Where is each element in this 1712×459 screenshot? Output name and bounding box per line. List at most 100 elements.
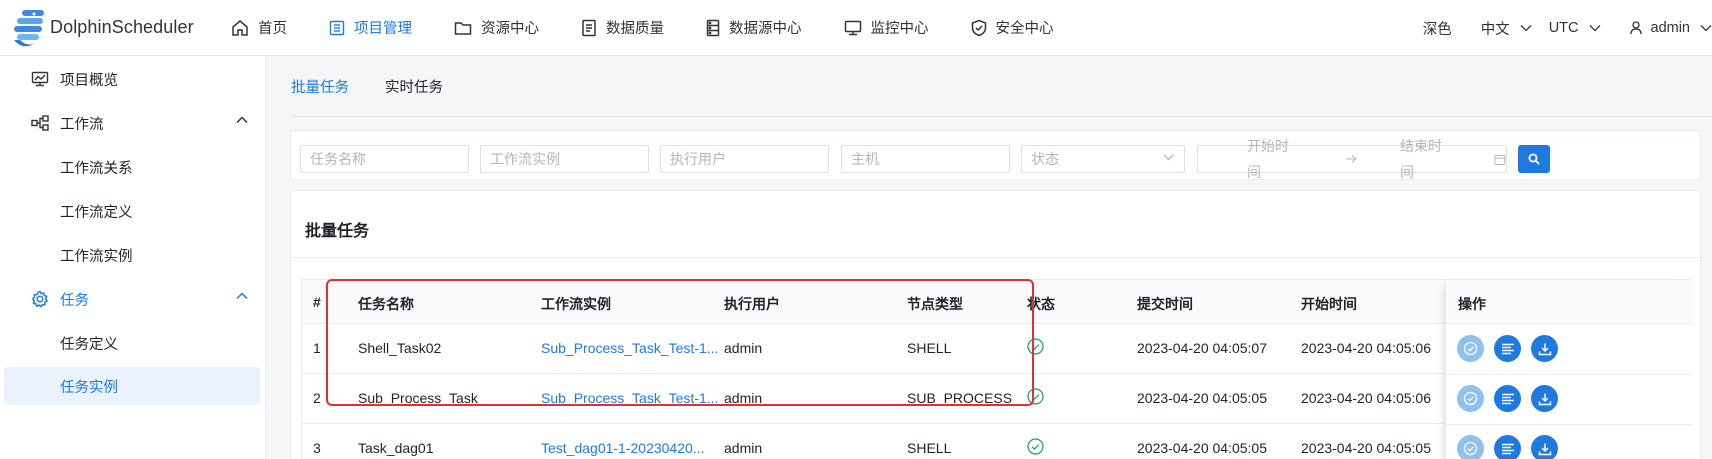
nav-datasource[interactable]: 数据源中心: [685, 0, 823, 56]
cell-start-time: 2023-04-20 04:05:06: [1301, 390, 1431, 406]
filter-bar: 状态 开始时间 结束时间: [290, 130, 1701, 180]
nav-project[interactable]: 项目管理: [308, 0, 433, 56]
cell-node-type: SUB_PROCESS: [907, 390, 1013, 406]
col-executor: 执行用户: [724, 296, 780, 312]
home-icon: [232, 19, 248, 36]
state-select[interactable]: 状态: [1021, 145, 1185, 173]
cell-executor: admin: [724, 390, 763, 406]
col-index: #: [313, 294, 321, 310]
app-name: DolphinScheduler: [50, 17, 194, 37]
nav-home[interactable]: 首页: [210, 0, 308, 56]
nav-security[interactable]: 安全中心: [950, 0, 1075, 56]
check-circle-icon: [1463, 341, 1478, 356]
cell-start-time: 2023-04-20 04:05:05: [1301, 440, 1431, 456]
folder-icon: [454, 21, 472, 35]
cell-executor: admin: [724, 440, 763, 456]
executor-field[interactable]: [670, 147, 828, 171]
row-divider: [1446, 424, 1692, 425]
tab-realtime[interactable]: 实时任务: [385, 76, 443, 116]
download-log-button[interactable]: [1531, 435, 1558, 459]
theme-toggle[interactable]: 深色: [1414, 18, 1472, 39]
task-name-input[interactable]: [300, 145, 469, 173]
force-success-button[interactable]: [1457, 435, 1484, 459]
download-log-button[interactable]: [1531, 385, 1558, 412]
col-operation: 操作: [1458, 296, 1486, 312]
col-node-type: 节点类型: [907, 296, 963, 312]
force-success-button[interactable]: [1457, 385, 1484, 412]
cell-submit-time: 2023-04-20 04:05:05: [1137, 440, 1267, 456]
executor-input[interactable]: [660, 145, 829, 173]
sidebar-item-workflow-instance[interactable]: 工作流实例: [4, 234, 260, 276]
search-button[interactable]: [1518, 145, 1550, 173]
col-task-name: 任务名称: [358, 296, 414, 312]
cell-task-name: Task_dag01: [358, 440, 434, 456]
success-icon: [1027, 338, 1044, 358]
cell-executor: admin: [724, 340, 763, 356]
user-icon: [1629, 21, 1642, 35]
cell-index: 3: [313, 440, 321, 456]
task-name-field[interactable]: [310, 147, 468, 171]
align-left-icon: [1501, 443, 1514, 454]
download-log-button[interactable]: [1531, 335, 1558, 362]
cell-submit-time: 2023-04-20 04:05:07: [1137, 340, 1267, 356]
sidebar-item-task-instance[interactable]: 任务实例: [4, 367, 260, 405]
chevron-down-icon: [1520, 25, 1532, 32]
language-select[interactable]: 中文: [1472, 18, 1541, 39]
nav-data-quality[interactable]: 数据质量: [560, 0, 685, 56]
timezone-select[interactable]: UTC: [1541, 20, 1610, 36]
top-navbar: DolphinScheduler 首页 项目管理 资源中心 数据质量 数据源中心…: [0, 0, 1712, 56]
user-menu[interactable]: admin: [1610, 20, 1712, 36]
workflow-instance-link[interactable]: Test_dag01-1-20230420...: [541, 440, 704, 456]
sidebar-item-task[interactable]: 任务: [4, 278, 260, 320]
view-log-button[interactable]: [1494, 435, 1521, 459]
document-icon: [582, 19, 596, 36]
workflow-instance-link[interactable]: Sub_Process_Task_Test-1...: [541, 340, 718, 356]
align-left-icon: [1501, 343, 1514, 354]
arrow-right-icon: [1346, 155, 1357, 163]
sidebar: 项目概览 工作流 工作流关系 工作流定义 工作流实例 任务 任务定义 任务实例: [0, 56, 266, 459]
chevron-down-icon: [1700, 25, 1712, 32]
cell-start-time: 2023-04-20 04:05:06: [1301, 340, 1431, 356]
view-log-button[interactable]: [1494, 385, 1521, 412]
date-range-picker[interactable]: 开始时间 结束时间: [1197, 138, 1507, 180]
check-circle-icon: [1463, 441, 1478, 456]
workflow-icon: [30, 113, 50, 133]
gear-icon: [30, 289, 50, 309]
view-log-button[interactable]: [1494, 335, 1521, 362]
download-icon: [1538, 393, 1551, 405]
dolphin-logo-icon: [14, 9, 44, 46]
col-state: 状态: [1027, 296, 1055, 312]
nav-resource[interactable]: 资源中心: [433, 0, 560, 56]
sidebar-item-overview[interactable]: 项目概览: [4, 58, 260, 100]
nav-monitor[interactable]: 监控中心: [823, 0, 950, 56]
host-field[interactable]: [851, 147, 1009, 171]
server-icon: [706, 19, 720, 36]
host-input[interactable]: [841, 145, 1010, 173]
cell-node-type: SHELL: [907, 440, 952, 456]
workflow-instance-input[interactable]: [480, 145, 649, 173]
operation-column: 操作: [1445, 280, 1692, 459]
batch-task-card: 批量任务 # 任务名称 工作流实例 执行用户 节点类型 状态 提交时间 开始时间…: [290, 190, 1701, 459]
shield-icon: [971, 19, 986, 36]
sidebar-item-task-definition[interactable]: 任务定义: [4, 322, 260, 364]
task-instance-table: # 任务名称 工作流实例 执行用户 节点类型 状态 提交时间 开始时间 1 Sh…: [301, 279, 1692, 459]
tab-batch[interactable]: 批量任务: [291, 76, 349, 135]
card-divider: [291, 257, 1700, 258]
col-workflow-instance: 工作流实例: [541, 296, 611, 312]
end-time-placeholder[interactable]: 结束时间: [1400, 133, 1450, 185]
force-success-button[interactable]: [1457, 335, 1484, 362]
chevron-down-icon: [1589, 25, 1600, 32]
sidebar-item-workflow[interactable]: 工作流: [4, 102, 260, 144]
workflow-instance-link[interactable]: Sub_Process_Task_Test-1...: [541, 390, 718, 406]
col-start-time: 开始时间: [1301, 296, 1357, 312]
cell-index: 2: [313, 390, 321, 406]
check-circle-icon: [1463, 391, 1478, 406]
workflow-instance-field[interactable]: [490, 147, 648, 171]
sidebar-item-workflow-definition[interactable]: 工作流定义: [4, 190, 260, 232]
cell-index: 1: [313, 340, 321, 356]
sidebar-item-workflow-relation[interactable]: 工作流关系: [4, 146, 260, 188]
success-icon: [1027, 388, 1044, 408]
search-icon: [1528, 153, 1540, 165]
app-logo[interactable]: DolphinScheduler: [0, 6, 210, 50]
start-time-placeholder[interactable]: 开始时间: [1247, 133, 1297, 185]
